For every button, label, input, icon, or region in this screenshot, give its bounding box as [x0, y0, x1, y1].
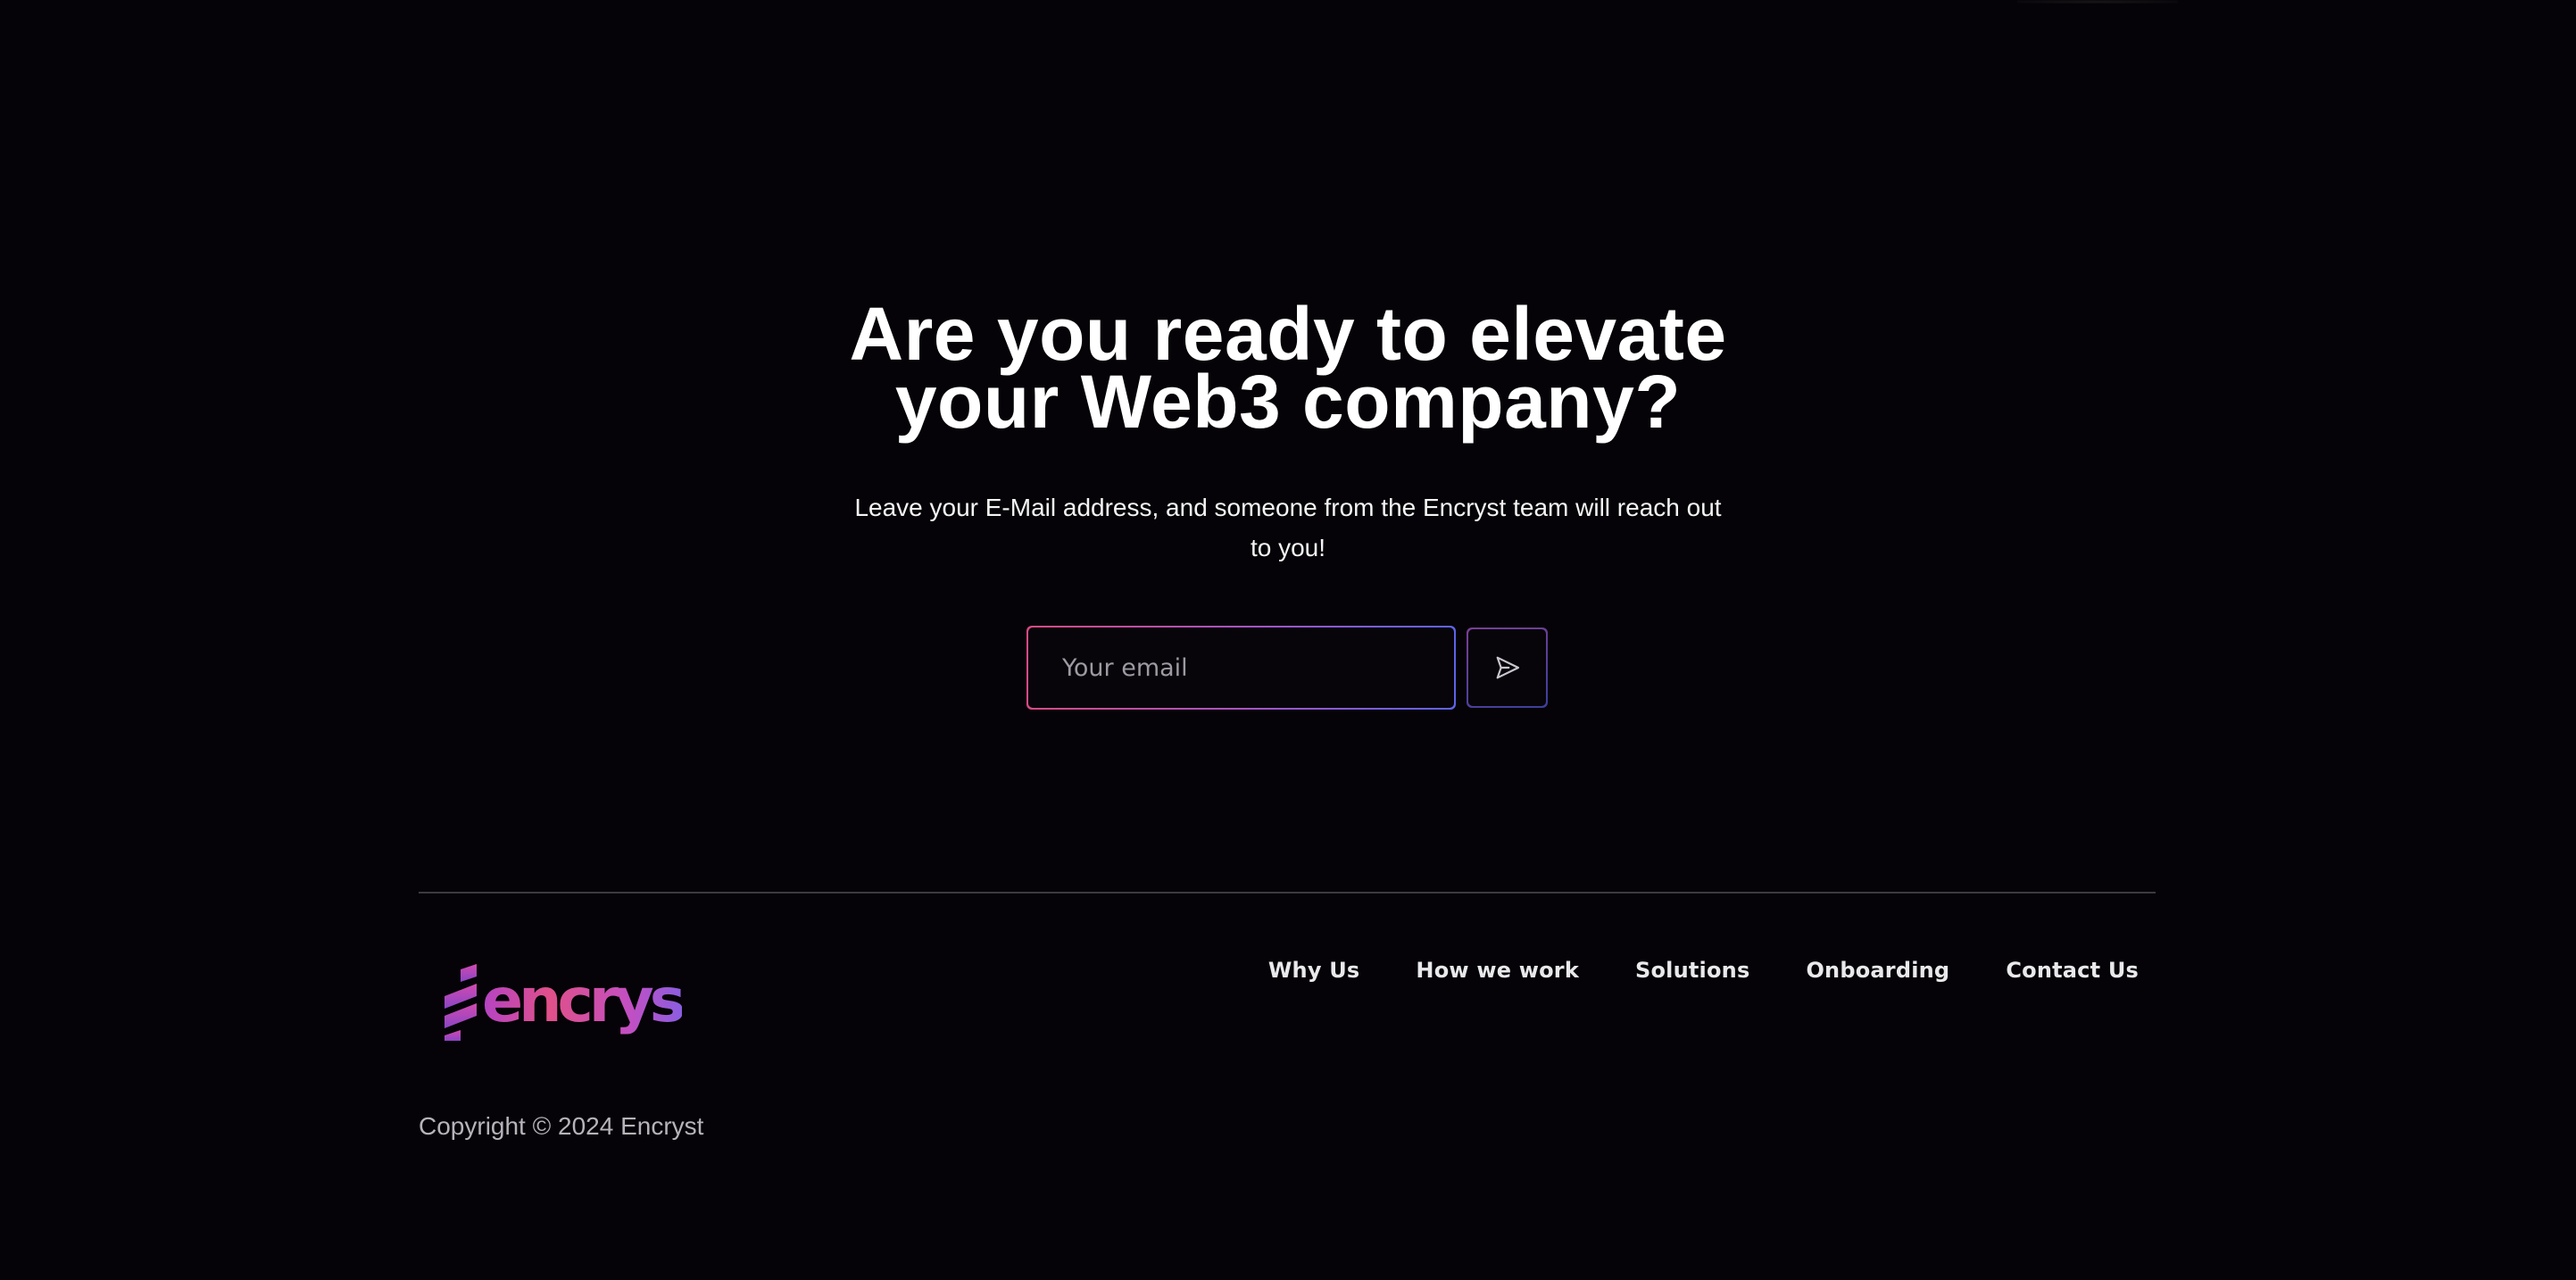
send-button-frame [1467, 628, 1548, 708]
footer-link-solutions[interactable]: Solutions [1635, 958, 1749, 983]
hero-headline: Are you ready to elevate your Web3 compa… [0, 292, 2576, 444]
footer-link-why-us[interactable]: Why Us [1268, 958, 1360, 983]
footer-link-how-we-work[interactable]: How we work [1416, 958, 1579, 983]
page: Are you ready to elevate your Web3 compa… [0, 0, 2576, 1280]
email-input[interactable] [1028, 628, 1454, 708]
footer-link-onboarding[interactable]: Onboarding [1806, 958, 1949, 983]
hero-subtitle: Leave your E-Mail address, and someone f… [854, 494, 1722, 561]
footer-divider [419, 892, 2156, 894]
footer-nav: Why Us How we work Solutions Onboarding … [1268, 958, 2139, 983]
email-field-frame [1026, 626, 1456, 710]
copyright-text: Copyright © 2024 Encryst [419, 1112, 704, 1140]
send-icon [1496, 656, 1519, 679]
encryst-logo[interactable]: encryst [441, 964, 682, 1041]
send-button[interactable] [1468, 629, 1546, 706]
encryst-logo-graphic: encryst [445, 964, 682, 1041]
decorative-glow [2017, 0, 2178, 4]
hero-headline-line-2: your Web3 company? [894, 360, 1682, 444]
logo-wordmark: encryst [482, 966, 682, 1036]
footer-link-contact-us[interactable]: Contact Us [2006, 958, 2139, 983]
hero-headline-line-1: Are you ready to elevate [849, 292, 1727, 376]
